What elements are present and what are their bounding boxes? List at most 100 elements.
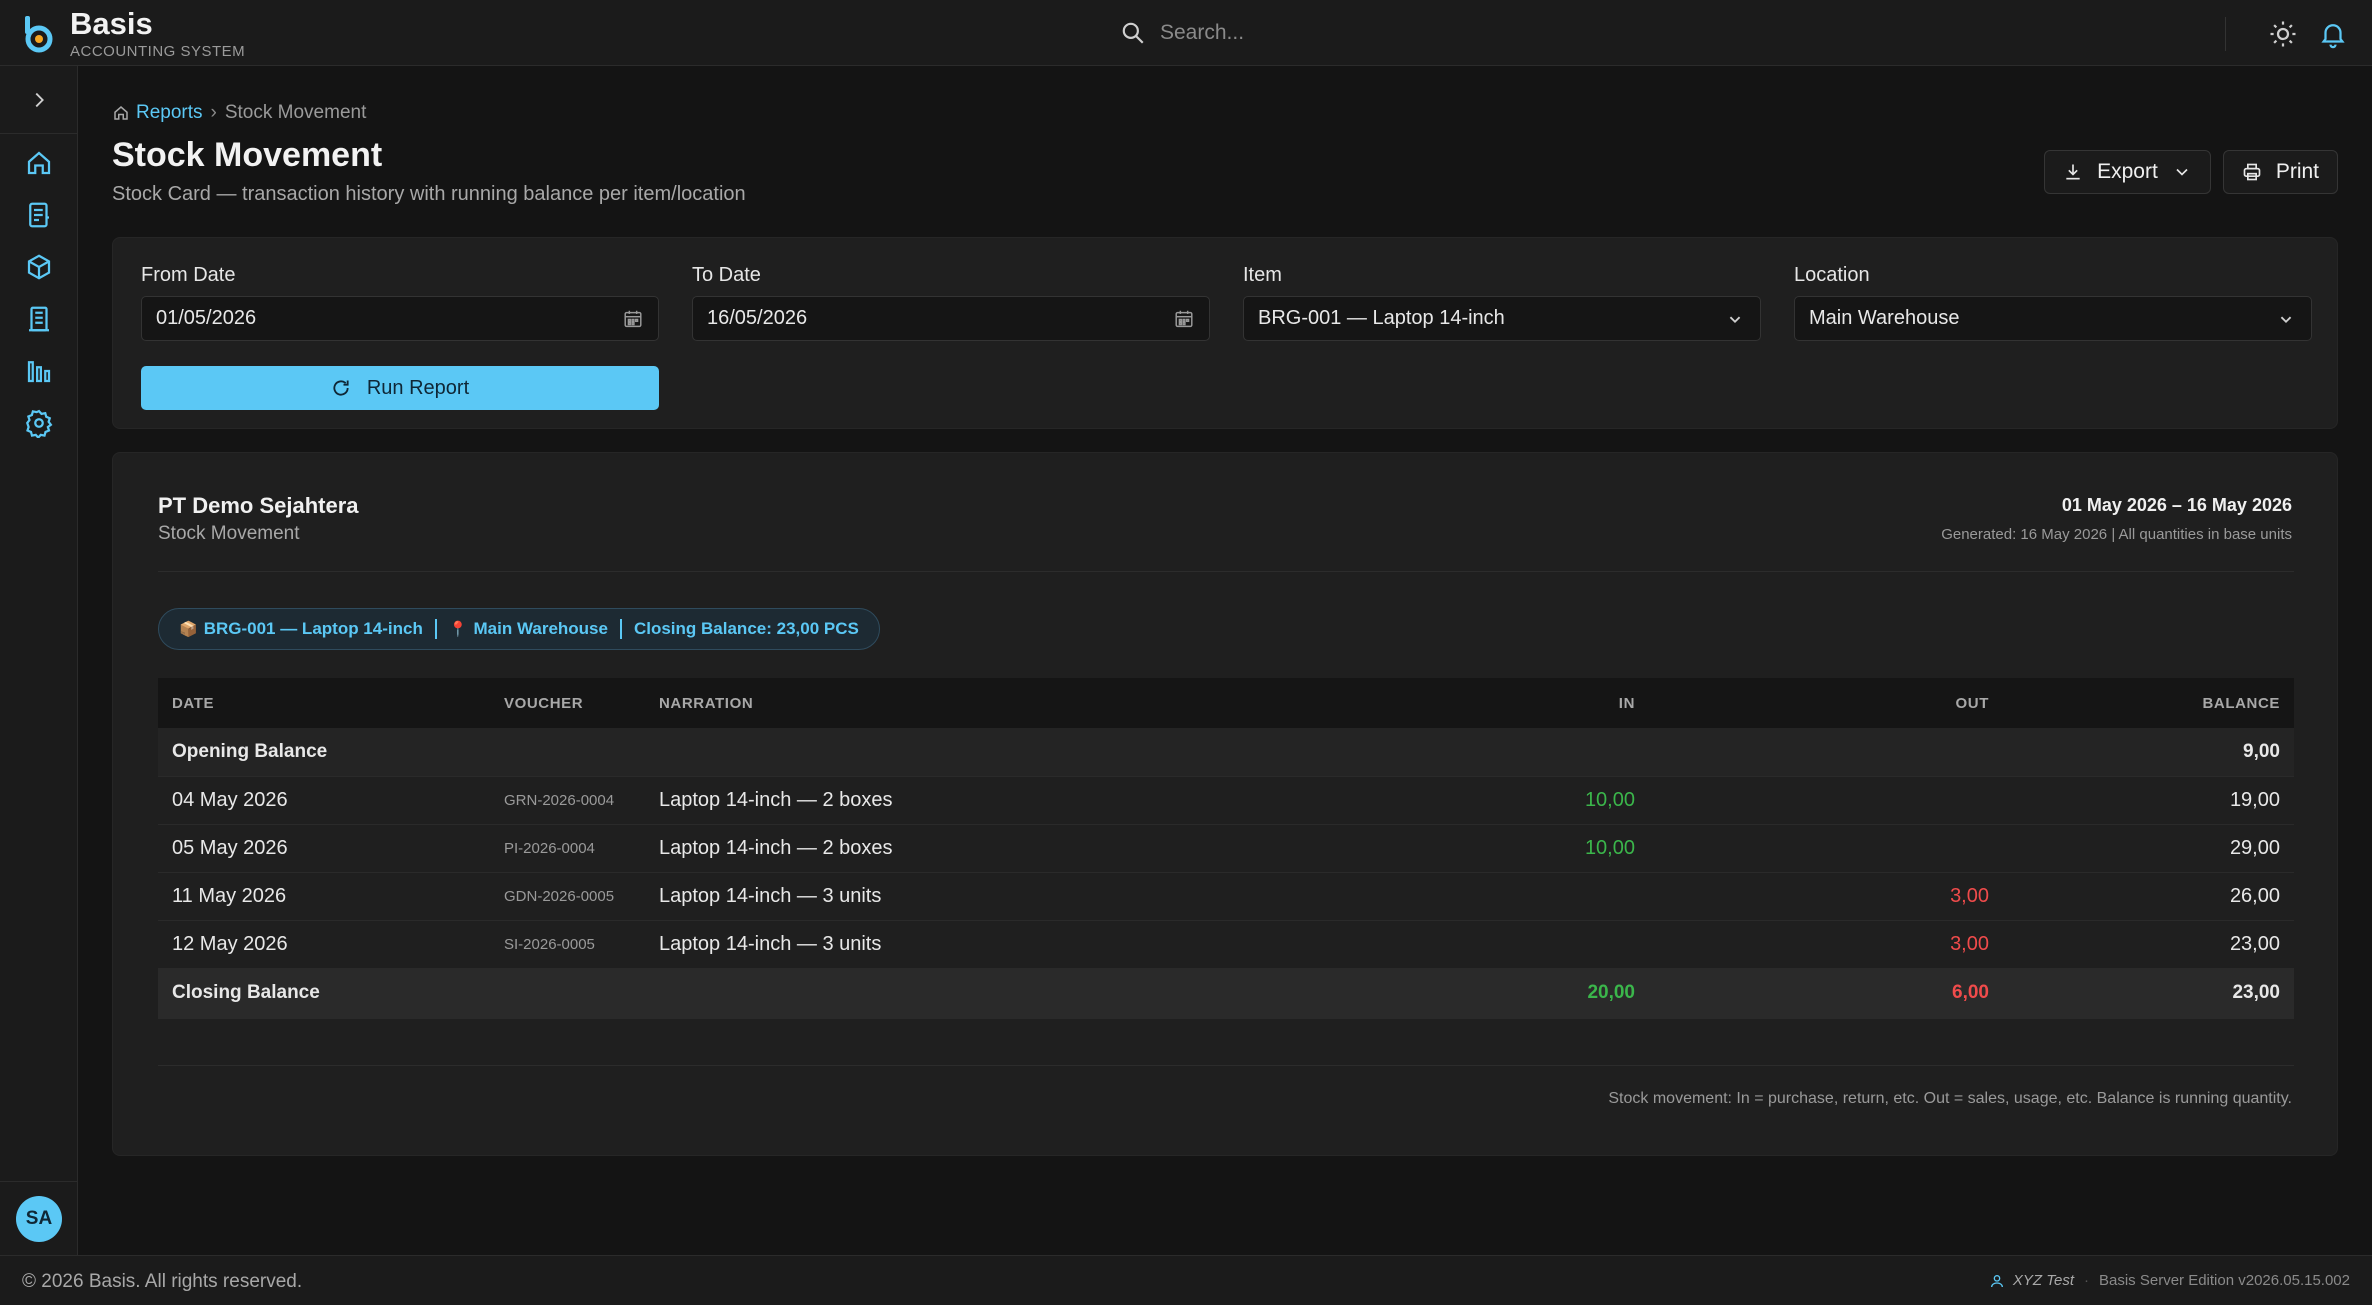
chip-location: Main Warehouse [473, 619, 608, 638]
print-label: Print [2275, 160, 2319, 183]
breadcrumb-separator: › [210, 102, 217, 123]
theme-toggle-sun-icon[interactable] [2268, 19, 2298, 49]
closing-balance: 23,00 [2003, 967, 2294, 1019]
filter-panel: From Date 01/05/2026 To Date 16/05/2026 … [112, 237, 2338, 429]
row-voucher[interactable]: GRN-2026-0004 [490, 776, 645, 825]
to-date-value: 16/05/2026 [707, 307, 808, 329]
download-icon [2066, 164, 2080, 180]
row-voucher[interactable]: PI-2026-0004 [490, 824, 645, 873]
row-voucher[interactable]: GDN-2026-0005 [490, 872, 645, 921]
copyright: © 2026 Basis. All rights reserved. [22, 1271, 303, 1292]
sidebar: SA [0, 66, 78, 1255]
col-voucher[interactable]: VOUCHER [490, 678, 645, 728]
footer-separator: · [2084, 1272, 2089, 1289]
footer: © 2026 Basis. All rights reserved. XYZ T… [0, 1255, 2372, 1305]
settings-icon[interactable] [24, 408, 54, 438]
document-icon[interactable] [24, 304, 54, 334]
divider [158, 1065, 2294, 1066]
row-in [1275, 872, 1649, 921]
row-narration: Laptop 14-inch — 3 units [645, 872, 1275, 921]
row-in [1275, 920, 1649, 969]
brand-subtitle: ACCOUNTING SYSTEM [70, 43, 246, 60]
package-icon: 📦 [179, 621, 198, 638]
closing-out: 6,00 [1649, 967, 2003, 1019]
location-select[interactable]: Main Warehouse [1794, 296, 2312, 341]
chip-divider [619, 619, 622, 639]
calendar-icon[interactable] [1173, 308, 1195, 330]
chevron-down-icon [2280, 316, 2292, 323]
closing-label: Closing Balance [158, 967, 1275, 1019]
calendar-icon[interactable] [622, 308, 644, 330]
location-label: Location [1794, 264, 1870, 286]
search-icon [1122, 22, 1144, 44]
col-out[interactable]: OUT [1649, 678, 2003, 728]
item-label: Item [1243, 264, 1282, 286]
report-footnote: Stock movement: In = purchase, return, e… [1608, 1090, 2292, 1107]
notification-bell-icon[interactable] [2318, 19, 2348, 49]
inventory-icon[interactable] [24, 252, 54, 282]
chip-closing-balance: Closing Balance: 23,00 PCS [633, 619, 859, 638]
avatar[interactable]: SA [16, 1195, 62, 1242]
run-report-label: Run Report [366, 376, 470, 399]
col-date[interactable]: DATE [158, 678, 490, 728]
company-name: PT Demo Sejahtera [158, 493, 359, 518]
printer-icon [2243, 163, 2261, 181]
from-date-input[interactable]: 01/05/2026 [141, 296, 659, 341]
location-pin-icon: 📍 [448, 621, 468, 638]
row-narration: Laptop 14-inch — 3 units [645, 920, 1275, 969]
chip-item: BRG-001 — Laptop 14-inch [203, 619, 423, 638]
run-report-button[interactable]: Run Report [141, 366, 659, 410]
journal-icon[interactable] [24, 200, 54, 230]
print-button[interactable]: Print [2222, 150, 2338, 194]
report-name: Stock Movement [158, 523, 300, 544]
item-select[interactable]: BRG-001 — Laptop 14-inch [1243, 296, 1761, 341]
row-voucher[interactable]: SI-2026-0005 [490, 920, 645, 969]
header-actions [2225, 17, 2348, 51]
table-row[interactable]: 04 May 2026 GRN-2026-0004 Laptop 14-inch… [158, 776, 2294, 825]
brand[interactable]: Basis ACCOUNTING SYSTEM [22, 8, 245, 60]
refresh-icon [333, 380, 349, 396]
basis-logo-icon [25, 16, 53, 53]
row-narration: Laptop 14-inch — 2 boxes [645, 824, 1275, 873]
sidebar-expand-button[interactable] [0, 66, 78, 134]
export-button[interactable]: Export [2044, 150, 2211, 194]
table-row[interactable]: 05 May 2026 PI-2026-0004 Laptop 14-inch … [158, 824, 2294, 873]
page-actions: Export Print [2032, 150, 2338, 194]
breadcrumb-reports-link[interactable]: Reports [136, 102, 203, 124]
row-date: 05 May 2026 [158, 824, 490, 873]
col-in[interactable]: IN [1275, 678, 1649, 728]
item-select-value: BRG-001 — Laptop 14-inch [1258, 307, 1505, 329]
header-divider [2225, 17, 2226, 51]
col-narration[interactable]: NARRATION [645, 678, 1275, 728]
breadcrumb-home-icon[interactable] [112, 104, 130, 122]
opening-balance-row: Opening Balance 9,00 [158, 728, 2294, 777]
global-search[interactable] [1120, 14, 1760, 52]
from-date-field: From Date 01/05/2026 [141, 264, 659, 341]
table-header: DATE VOUCHER NARRATION IN OUT BALANCE [158, 678, 2294, 728]
reports-icon[interactable] [24, 356, 54, 386]
home-icon[interactable] [24, 148, 54, 178]
closing-in: 20,00 [1275, 967, 1649, 1019]
col-balance[interactable]: BALANCE [2003, 678, 2294, 728]
page-title: Stock Movement [112, 136, 383, 174]
row-out [1649, 776, 2003, 825]
search-input[interactable] [1160, 21, 1720, 45]
opening-label: Opening Balance [158, 728, 2003, 777]
closing-balance-row: Closing Balance 20,00 6,00 23,00 [158, 967, 2294, 1019]
row-balance: 23,00 [2003, 920, 2294, 969]
to-date-input[interactable]: 16/05/2026 [692, 296, 1210, 341]
table-row[interactable]: 11 May 2026 GDN-2026-0005 Laptop 14-inch… [158, 872, 2294, 921]
row-out [1649, 824, 2003, 873]
row-balance: 26,00 [2003, 872, 2294, 921]
stock-movement-table: DATE VOUCHER NARRATION IN OUT BALANCE Op… [158, 678, 2294, 1019]
chevron-right-icon [35, 92, 44, 107]
footer-info: XYZ Test · Basis Server Edition v2026.05… [1989, 1272, 2350, 1289]
user-icon [1990, 1274, 2003, 1287]
row-in: 10,00 [1275, 776, 1649, 825]
table-row[interactable]: 12 May 2026 SI-2026-0005 Laptop 14-inch … [158, 920, 2294, 969]
opening-balance: 9,00 [2003, 728, 2294, 777]
row-date: 04 May 2026 [158, 776, 490, 825]
footer-edition: Basis Server Edition v2026.05.15.002 [2099, 1272, 2350, 1289]
chip-divider [434, 619, 437, 639]
brand-name: Basis [70, 6, 153, 41]
